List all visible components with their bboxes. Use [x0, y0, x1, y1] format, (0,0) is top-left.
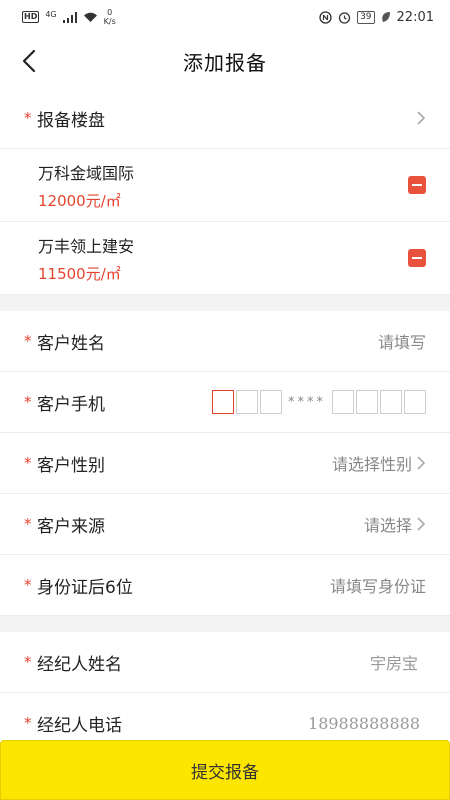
agent-phone-value[interactable]: 18988888888: [308, 714, 420, 733]
agent-phone-label: * 经纪人电话: [24, 711, 122, 736]
customer-gender-row[interactable]: * 客户性别 请选择性别: [0, 433, 450, 494]
agent-phone-label-text: 经纪人电话: [37, 715, 122, 736]
net-speed: 0 K/s: [104, 8, 116, 26]
required-mark: *: [24, 714, 32, 732]
remove-icon: [412, 257, 422, 259]
customer-phone-row: * 客户手机 ****: [0, 372, 450, 433]
customer-source-label: * 客户来源: [24, 512, 105, 537]
agent-name-value[interactable]: 宇房宝: [370, 650, 418, 674]
nav-bar: 添加报备: [0, 34, 450, 88]
hd-badge: HD: [22, 11, 40, 23]
property-price: 12000元/㎡: [38, 191, 121, 210]
customer-source-placeholder: 请选择: [363, 516, 412, 535]
customer-phone-input[interactable]: ****: [212, 390, 426, 414]
customer-name-label: * 客户姓名: [24, 329, 105, 354]
page-title: 添加报备: [183, 50, 267, 75]
property-select-right: [416, 110, 426, 126]
phone-digit-box[interactable]: [212, 390, 234, 414]
customer-gender-label: * 客户性别: [24, 451, 105, 476]
alarm-icon: [338, 11, 351, 24]
back-arrow-icon: [22, 49, 36, 73]
customer-gender-label-text: 客户性别: [37, 455, 105, 476]
status-left: HD 4G 0 K/s: [22, 8, 116, 26]
required-mark: *: [24, 454, 32, 472]
customer-source-row[interactable]: * 客户来源 请选择: [0, 494, 450, 555]
phone-digit-box[interactable]: [356, 390, 378, 414]
remove-icon: [412, 184, 422, 186]
phone-digit-box[interactable]: [260, 390, 282, 414]
battery-indicator: 39: [357, 10, 375, 24]
property-name: 万科金域国际: [38, 163, 135, 183]
remove-property-button[interactable]: [408, 176, 426, 194]
property-label-text: 报备楼盘: [37, 110, 105, 131]
property-item: 万科金域国际 12000元/㎡: [0, 149, 450, 222]
property-info: 万科金域国际 12000元/㎡: [38, 160, 134, 211]
required-mark: *: [24, 576, 32, 594]
required-mark: *: [24, 653, 32, 671]
customer-phone-label: * 客户手机: [24, 390, 105, 415]
customer-source-select[interactable]: 请选择: [364, 512, 426, 536]
required-mark: *: [24, 332, 32, 350]
agent-name-label: * 经纪人姓名: [24, 650, 122, 675]
wifi-icon: [83, 12, 97, 22]
required-mark: *: [24, 109, 32, 127]
customer-id-input[interactable]: 请填写身份证: [330, 573, 426, 597]
status-time: 22:01: [396, 9, 434, 25]
customer-id-label: * 身份证后6位: [24, 573, 133, 598]
chevron-right-icon: [417, 456, 426, 470]
property-item: 万丰领上建安 11500元/㎡: [0, 222, 450, 295]
customer-gender-select[interactable]: 请选择性别: [332, 451, 426, 475]
status-bar: HD 4G 0 K/s 39 22:01: [0, 0, 450, 34]
customer-name-row: * 客户姓名 请填写: [0, 311, 450, 372]
section-divider: [0, 616, 450, 632]
customer-phone-label-text: 客户手机: [37, 394, 105, 415]
property-select-row[interactable]: * 报备楼盘: [0, 88, 450, 149]
phone-digit-box[interactable]: [404, 390, 426, 414]
required-mark: *: [24, 515, 32, 533]
speed-value: 0: [107, 8, 113, 17]
chevron-right-icon: [417, 111, 426, 125]
back-button[interactable]: [14, 46, 44, 76]
phone-digit-box[interactable]: [236, 390, 258, 414]
agent-name-label-text: 经纪人姓名: [37, 654, 122, 675]
customer-name-label-text: 客户姓名: [37, 333, 105, 354]
required-mark: *: [24, 393, 32, 411]
customer-gender-placeholder: 请选择性别: [331, 455, 412, 474]
speed-unit: K/s: [103, 17, 116, 26]
phone-mask: ****: [288, 394, 326, 410]
chevron-right-icon: [417, 517, 426, 531]
submit-button[interactable]: 提交报备: [0, 740, 450, 800]
phone-digit-box[interactable]: [332, 390, 354, 414]
property-info: 万丰领上建安 11500元/㎡: [38, 233, 134, 284]
phone-digit-box[interactable]: [380, 390, 402, 414]
customer-source-label-text: 客户来源: [37, 516, 105, 537]
customer-name-input[interactable]: 请填写: [378, 329, 426, 353]
nfc-icon: [319, 10, 332, 24]
status-right: 39 22:01: [319, 10, 434, 25]
property-price: 11500元/㎡: [38, 264, 121, 283]
section-divider: [0, 295, 450, 311]
property-label: * 报备楼盘: [24, 106, 105, 131]
agent-name-row: * 经纪人姓名 宇房宝: [0, 632, 450, 693]
remove-property-button[interactable]: [408, 249, 426, 267]
network-type: 4G: [45, 9, 57, 19]
leaf-icon: [381, 12, 390, 22]
property-name: 万丰领上建安: [38, 236, 135, 256]
signal-icon: [62, 11, 77, 23]
customer-id-row: * 身份证后6位 请填写身份证: [0, 555, 450, 616]
customer-id-label-text: 身份证后6位: [37, 577, 133, 598]
